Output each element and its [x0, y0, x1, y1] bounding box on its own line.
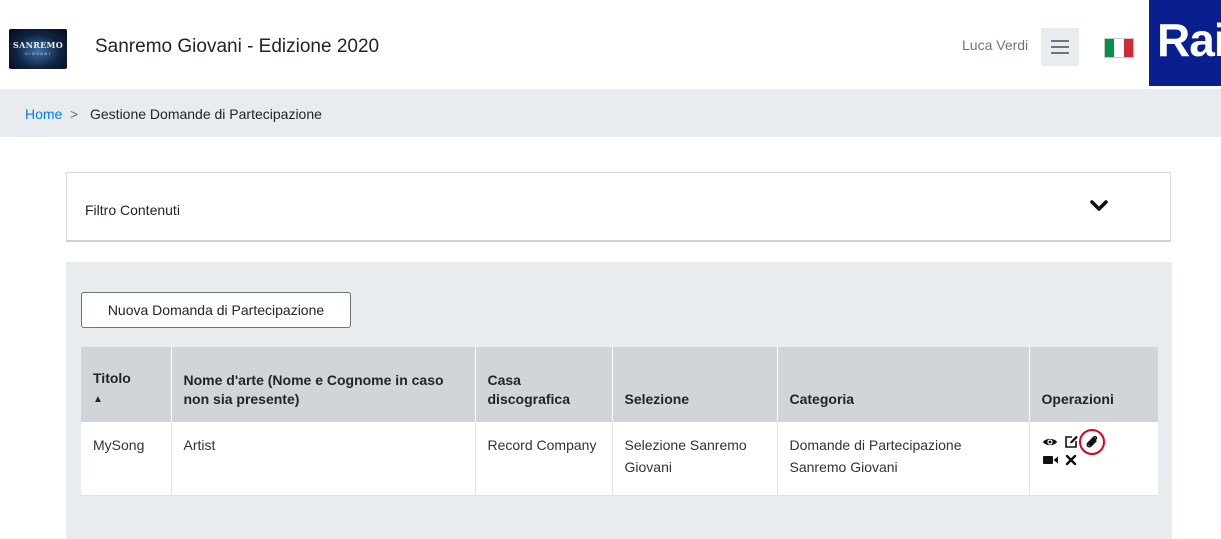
logo-text: SANREMO — [13, 40, 63, 50]
breadcrumb-home-link[interactable]: Home — [25, 106, 62, 122]
column-header-label: Casa discografica — [487, 372, 570, 407]
new-application-button[interactable]: Nuova Domanda di Partecipazione — [81, 292, 351, 328]
it-flag-icon[interactable] — [1104, 38, 1134, 58]
sort-ascending-icon: ▲ — [93, 394, 103, 405]
table-row: MySong Artist Record Company Selezione S… — [81, 422, 1158, 495]
cell-casa-discografica: Record Company — [474, 422, 612, 495]
breadcrumb: Home > Gestione Domande di Partecipazion… — [0, 89, 1221, 137]
rai-logo: Rai — [1149, 0, 1221, 86]
breadcrumb-current: Gestione Domande di Partecipazione — [90, 106, 322, 122]
column-header-casa-discografica[interactable]: Casa discografica — [474, 347, 612, 422]
eye-icon[interactable] — [1042, 434, 1058, 450]
cell-selezione: Selezione Sanremo Giovani — [611, 422, 777, 495]
cell-titolo: MySong — [81, 422, 171, 495]
paperclip-icon[interactable] — [1078, 429, 1105, 455]
applications-table: Titolo ▲ Nome d'arte (Nome e Cognome in … — [81, 347, 1158, 496]
hamburger-menu-button[interactable] — [1041, 28, 1079, 66]
cell-operazioni — [1028, 422, 1158, 495]
hamburger-icon — [1051, 40, 1069, 54]
sanremo-giovani-logo[interactable]: SANREMO GIOVANI — [9, 29, 67, 69]
column-header-selezione[interactable]: Selezione — [611, 347, 777, 422]
column-header-label: Selezione — [624, 391, 690, 407]
column-header-label: Titolo — [93, 370, 131, 386]
column-header-label: Nome d'arte (Nome e Cognome in caso non … — [183, 372, 444, 407]
column-header-nome-arte[interactable]: Nome d'arte (Nome e Cognome in caso non … — [170, 347, 475, 422]
cell-categoria: Domande di Partecipazione Sanremo Giovan… — [776, 422, 1029, 495]
chevron-down-icon[interactable] — [1089, 197, 1109, 215]
rai-logo-text: Rai — [1157, 14, 1221, 66]
cell-nome-arte: Artist — [170, 422, 475, 495]
applications-panel: Nuova Domanda di Partecipazione Titolo ▲… — [66, 262, 1172, 539]
user-name[interactable]: Luca Verdi — [962, 37, 1028, 53]
column-header-operazioni: Operazioni — [1028, 347, 1158, 422]
column-header-categoria[interactable]: Categoria — [776, 347, 1029, 422]
table-header-row: Titolo ▲ Nome d'arte (Nome e Cognome in … — [81, 347, 1158, 422]
filter-panel-toggle[interactable]: Filtro Contenuti — [66, 172, 1171, 242]
delete-x-icon[interactable] — [1063, 452, 1079, 468]
column-header-label: Categoria — [789, 391, 855, 407]
top-bar: SANREMO GIOVANI Sanremo Giovani - Edizio… — [0, 0, 1221, 89]
app-title: Sanremo Giovani - Edizione 2020 — [95, 36, 380, 57]
column-header-titolo[interactable]: Titolo ▲ — [81, 347, 171, 422]
column-header-label: Operazioni — [1041, 391, 1114, 407]
filter-label: Filtro Contenuti — [85, 202, 180, 218]
edit-icon[interactable] — [1063, 434, 1079, 450]
logo-subtext: GIOVANI — [24, 51, 52, 56]
video-camera-icon[interactable] — [1042, 452, 1058, 468]
breadcrumb-separator: > — [70, 106, 79, 122]
row-operations — [1042, 429, 1105, 468]
